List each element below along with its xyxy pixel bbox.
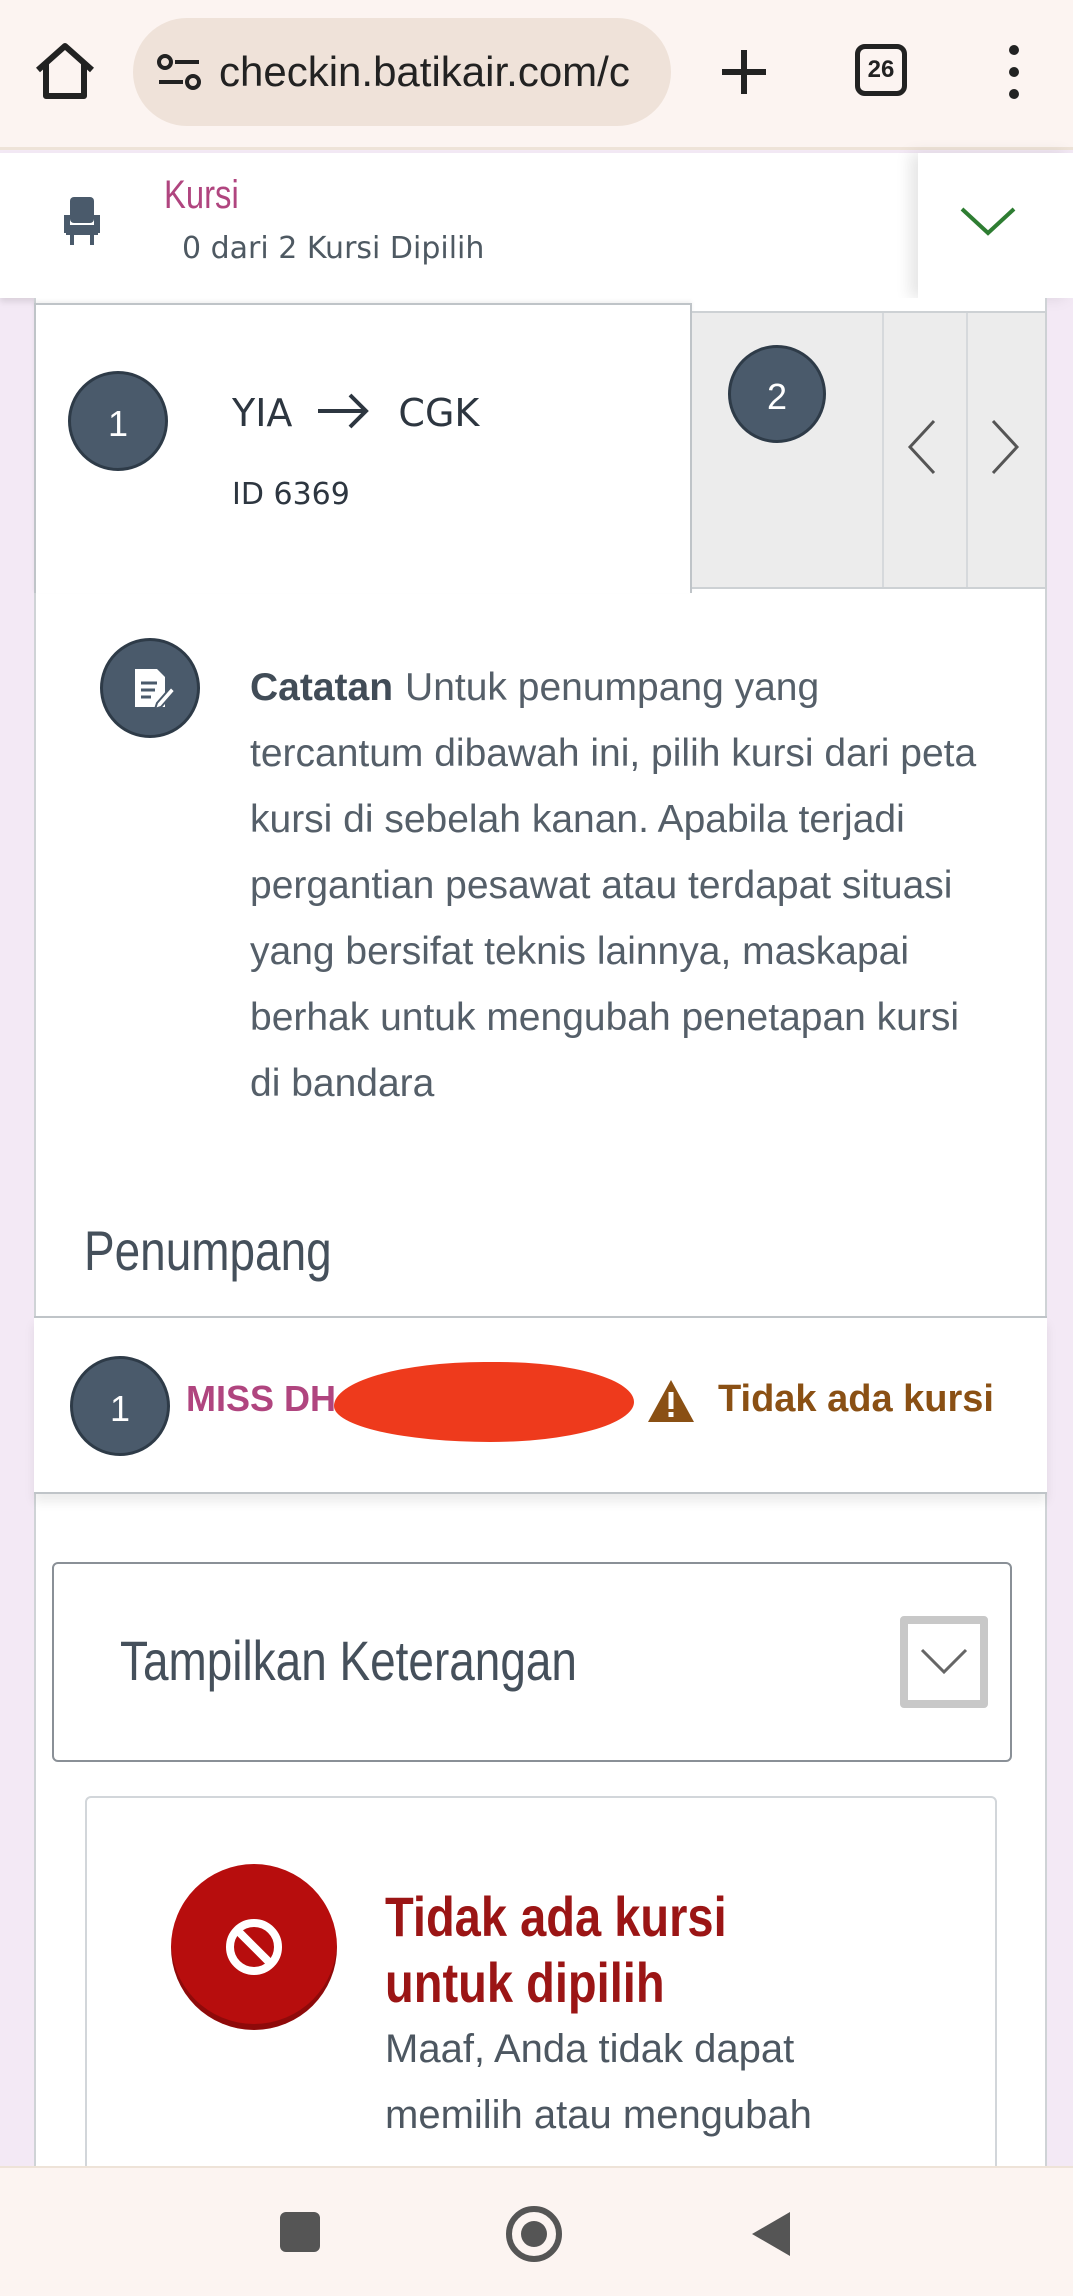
flight-number: ID 6369 (232, 477, 350, 512)
chevron-left-icon[interactable] (902, 417, 942, 481)
seat-selection-header[interactable]: Kursi 0 dari 2 Kursi Dipilih (0, 153, 918, 298)
origin-code: YIA (232, 391, 293, 435)
note-text: Catatan Untuk penumpang yang tercantum di… (250, 655, 990, 1117)
passenger-number-badge: 1 (70, 1356, 170, 1456)
seat-icon (62, 195, 102, 247)
seat-header-toggle[interactable] (918, 153, 1073, 298)
browser-toolbar: checkin.batikair.com/c 26 (0, 0, 1073, 150)
recents-icon[interactable] (280, 2212, 320, 2252)
show-legend-label: Tampilkan Keterangan (120, 1629, 577, 1692)
tab-divider (966, 313, 968, 587)
site-settings-icon[interactable] (155, 48, 203, 96)
flight-number-badge: 1 (68, 371, 168, 471)
no-seat-description: Maaf, Anda tidak dapat memilih atau meng… (385, 2027, 812, 2137)
system-navigation-bar (0, 2166, 1073, 2296)
tab-switcher-button[interactable]: 26 (855, 44, 907, 96)
passenger-row[interactable]: 1 MISS DH Tidak ada kursi (34, 1316, 1047, 1494)
address-bar[interactable]: checkin.batikair.com/c (133, 18, 671, 126)
new-tab-icon[interactable] (712, 36, 776, 108)
seat-header-title: Kursi (164, 173, 239, 217)
tab-flight-2[interactable]: 2 (692, 311, 1047, 589)
back-icon[interactable] (752, 2212, 790, 2256)
seat-header-subtitle: 0 dari 2 Kursi Dipilih (182, 231, 485, 266)
chevron-down-icon (920, 1648, 968, 1675)
url-text: checkin.batikair.com/c (219, 48, 630, 95)
note-icon (100, 638, 200, 738)
flight-number-badge: 2 (728, 345, 826, 443)
legend-expand-button[interactable] (900, 1616, 988, 1708)
home-circle-icon[interactable] (506, 2206, 562, 2262)
note-label: Catatan (250, 666, 394, 709)
home-icon[interactable] (30, 36, 100, 106)
tab-flight-1[interactable]: 1 YIA CGK ID 6369 (34, 303, 692, 593)
show-legend-toggle[interactable]: Tampilkan Keterangan (52, 1562, 1012, 1762)
note-body: Untuk penumpang yang tercantum dibawah i… (250, 666, 977, 1105)
prohibited-icon (171, 1864, 337, 2030)
chevron-right-icon[interactable] (985, 417, 1025, 481)
tab-underline (692, 587, 1047, 589)
passengers-title: Penumpang (84, 1219, 332, 1282)
flight-route: YIA CGK (232, 391, 479, 440)
warning-icon (646, 1378, 696, 1428)
chevron-down-icon (960, 207, 1016, 236)
arrow-right-icon (314, 391, 372, 440)
more-menu-icon[interactable] (994, 40, 1034, 104)
redaction-mark (334, 1362, 634, 1442)
no-seat-title: Tidak ada kursi untuk dipilih (385, 1885, 727, 2014)
seat-status: Tidak ada kursi (718, 1378, 994, 1420)
tab-divider (882, 313, 884, 587)
destination-code: CGK (398, 391, 480, 435)
